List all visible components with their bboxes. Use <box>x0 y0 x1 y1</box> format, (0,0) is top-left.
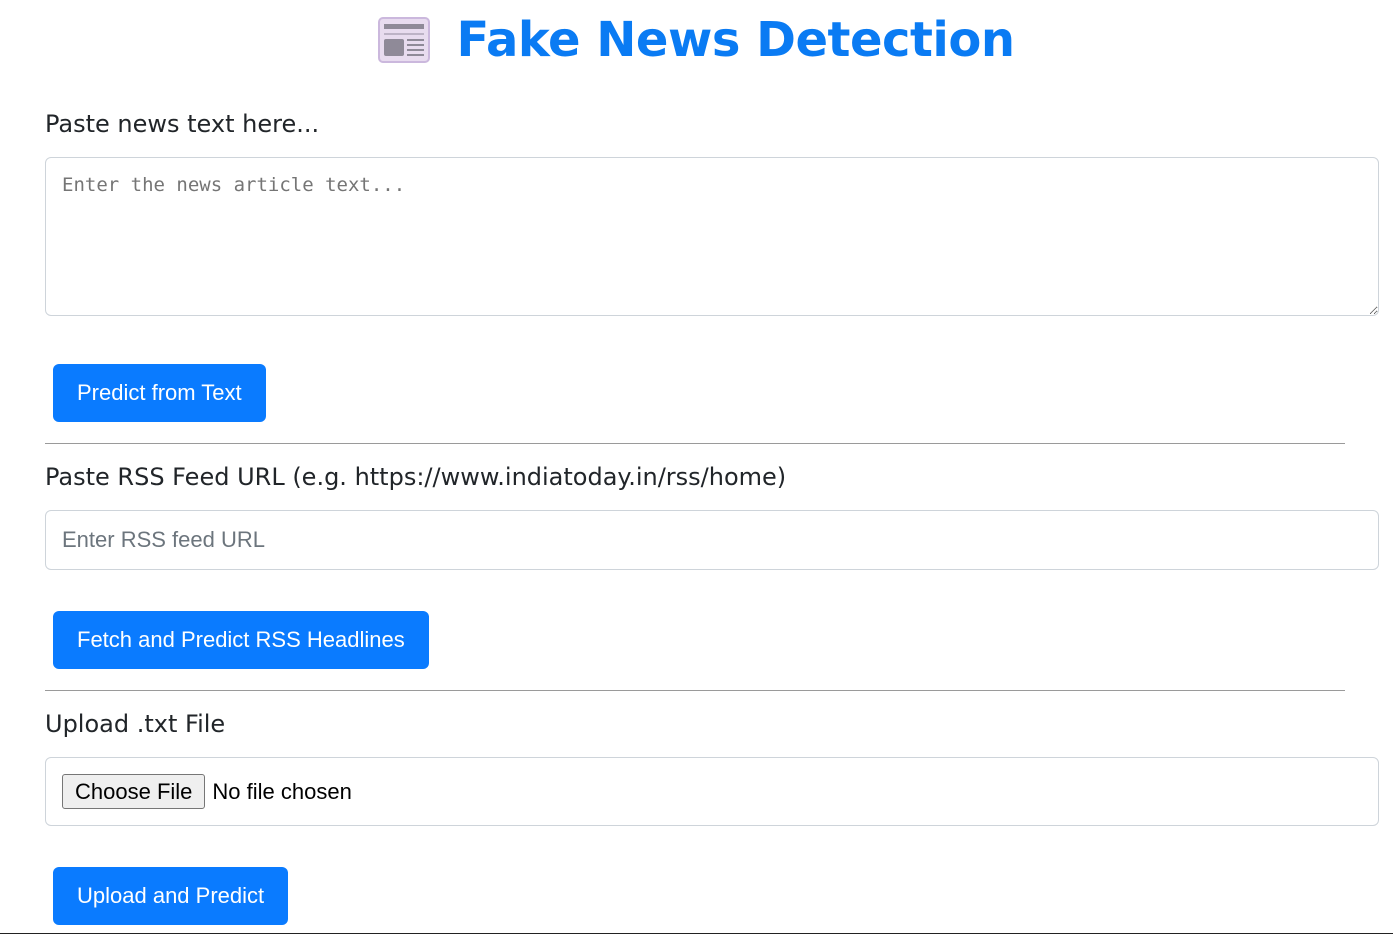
section-divider <box>45 443 1345 444</box>
upload-and-predict-button[interactable]: Upload and Predict <box>53 867 289 925</box>
predict-from-text-button[interactable]: Predict from Text <box>53 364 266 422</box>
news-text-label: Paste news text here... <box>45 110 320 138</box>
section-divider <box>45 690 1345 691</box>
fetch-rss-button[interactable]: Fetch and Predict RSS Headlines <box>53 611 429 669</box>
newspaper-icon <box>378 17 431 63</box>
header: Fake News Detection <box>0 10 1393 70</box>
choose-file-button[interactable]: Choose File <box>62 774 206 809</box>
rss-url-label: Paste RSS Feed URL (e.g. https://www.ind… <box>45 463 787 491</box>
file-status-text: No file chosen <box>212 778 352 804</box>
file-input[interactable]: Choose File No file chosen <box>45 757 1379 826</box>
page: Fake News Detection Paste news text here… <box>0 0 1393 934</box>
page-title: Fake News Detection <box>456 12 1015 68</box>
rss-url-input[interactable] <box>45 510 1379 570</box>
upload-file-label: Upload .txt File <box>45 710 226 738</box>
news-text-area[interactable] <box>45 157 1379 316</box>
